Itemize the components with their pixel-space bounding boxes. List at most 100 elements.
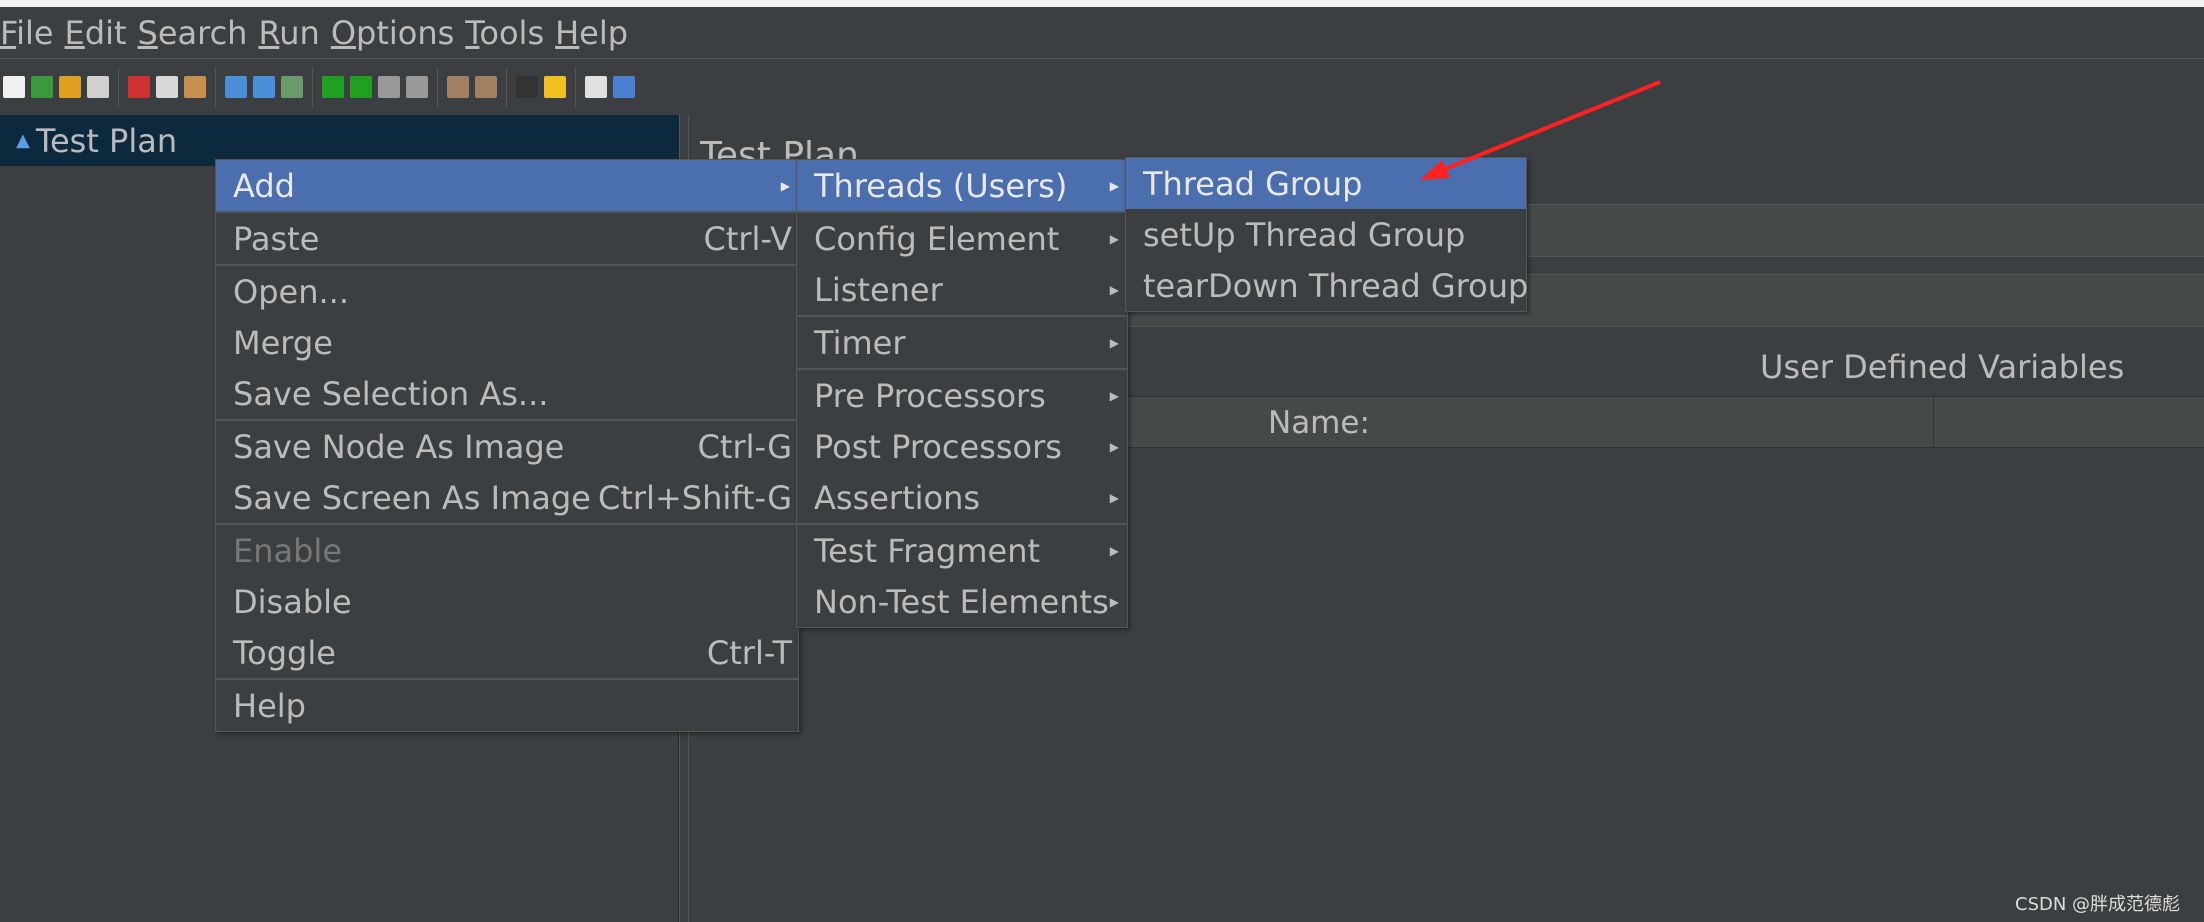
paste-icon[interactable] [184, 76, 206, 98]
menu-item-assertions[interactable]: Assertions ▶ [797, 472, 1127, 523]
menu-item-paste[interactable]: Paste Ctrl-V [216, 213, 798, 264]
help-icon[interactable] [613, 76, 635, 98]
menu-item-thread-group[interactable]: Thread Group [1126, 158, 1526, 209]
shutdown-icon[interactable] [406, 76, 428, 98]
menu-item-toggle[interactable]: Toggle Ctrl-T [216, 627, 798, 678]
shortcut-label: Ctrl-G [697, 427, 792, 466]
menu-item-label: Add [233, 166, 295, 205]
threads-submenu: Thread Group setUp Thread Group tearDown T… [1125, 157, 1529, 312]
shortcut-label: Ctrl-T [706, 633, 792, 672]
menu-item-non-test-elements[interactable]: Non-Test Elements ▶ [797, 576, 1127, 627]
submenu-arrow-icon: ▶ [1109, 282, 1119, 297]
menu-item-label: setUp Thread Group [1143, 215, 1466, 254]
menu-item-config-element[interactable]: Config Element ▶ [797, 213, 1127, 264]
submenu-arrow-icon: ▶ [1109, 231, 1119, 246]
toolbar-separator [215, 67, 216, 107]
toolbar-separator [575, 67, 576, 107]
menu-item-label: Save Selection As... [233, 374, 549, 413]
menu-item-enable[interactable]: Enable [216, 525, 798, 576]
menu-file[interactable]: File [0, 14, 54, 52]
menu-item-label: Threads (Users) [814, 166, 1068, 205]
reset-search-icon[interactable] [544, 76, 566, 98]
add-submenu: Threads (Users) ▶ Config Element ▶ Listener ▶… [796, 159, 1128, 628]
menu-item-label: Enable [233, 531, 342, 570]
menu-search[interactable]: Search [138, 14, 248, 52]
new-icon[interactable] [3, 76, 25, 98]
toolbar [0, 59, 2204, 115]
menu-item-label: Test Fragment [814, 531, 1041, 570]
menu-item-label: Non-Test Elements [814, 582, 1109, 621]
menu-item-label: Thread Group [1143, 164, 1363, 203]
submenu-arrow-icon: ▶ [1109, 439, 1119, 454]
shortcut-label: Ctrl-V [703, 219, 793, 258]
toolbar-separator [506, 67, 507, 107]
menu-item-save-selection-as[interactable]: Save Selection As... [216, 368, 798, 419]
submenu-arrow-icon: ▶ [1109, 335, 1119, 350]
menu-item-merge[interactable]: Merge [216, 317, 798, 368]
save-icon[interactable] [87, 76, 109, 98]
menu-tools[interactable]: Tools [465, 14, 544, 52]
toolbar-separator [437, 67, 438, 107]
menu-item-label: tearDown Thread Group [1143, 266, 1529, 305]
tree-node-label: Test Plan [35, 121, 178, 160]
templates-icon[interactable] [31, 76, 53, 98]
menu-item-label: Save Screen As Image [233, 478, 591, 517]
collapse-icon[interactable] [253, 76, 275, 98]
menu-item-save-node-as-image[interactable]: Save Node As Image Ctrl-G [216, 421, 798, 472]
toolbar-separator [312, 67, 313, 107]
menu-item-label: Listener [814, 270, 943, 309]
menu-item-open[interactable]: Open... [216, 266, 798, 317]
menu-item-label: Disable [233, 582, 352, 621]
submenu-arrow-icon: ▶ [1109, 543, 1119, 558]
submenu-arrow-icon: ▶ [780, 178, 790, 193]
menu-item-test-fragment[interactable]: Test Fragment ▶ [797, 525, 1127, 576]
menu-item-add[interactable]: Add ▶ [216, 160, 798, 211]
column-header-name[interactable]: Name: [1268, 405, 1370, 441]
menu-item-label: Help [233, 686, 306, 725]
menu-run[interactable]: Run [258, 14, 319, 52]
menu-item-disable[interactable]: Disable [216, 576, 798, 627]
copy-icon[interactable] [156, 76, 178, 98]
open-icon[interactable] [59, 76, 81, 98]
stop-icon[interactable] [378, 76, 400, 98]
submenu-arrow-icon: ▶ [1109, 594, 1119, 609]
window-top-strip [0, 0, 2204, 7]
menu-item-label: Timer [814, 323, 906, 362]
menu-item-save-screen-as-image[interactable]: Save Screen As Image Ctrl+Shift-G [216, 472, 798, 523]
expand-icon[interactable] [225, 76, 247, 98]
clear-icon[interactable] [447, 76, 469, 98]
function-helper-icon[interactable] [585, 76, 607, 98]
menu-edit[interactable]: Edit [65, 14, 127, 52]
toggle-icon[interactable] [281, 76, 303, 98]
search-icon[interactable] [516, 76, 538, 98]
menu-item-label: Assertions [814, 478, 981, 517]
toolbar-separator [118, 67, 119, 107]
menu-item-label: Toggle [233, 633, 336, 672]
clear-all-icon[interactable] [475, 76, 497, 98]
submenu-arrow-icon: ▶ [1109, 490, 1119, 505]
menu-item-label: Save Node As Image [233, 427, 565, 466]
menu-item-pre-processors[interactable]: Pre Processors ▶ [797, 370, 1127, 421]
start-no-pause-icon[interactable] [350, 76, 372, 98]
submenu-arrow-icon: ▶ [1109, 388, 1119, 403]
menu-bar: File Edit Search Run Options Tools Help [0, 7, 2204, 59]
menu-item-label: Pre Processors [814, 376, 1046, 415]
user-defined-variables-label: User Defined Variables [1760, 348, 2125, 386]
menu-item-threads-users[interactable]: Threads (Users) ▶ [797, 160, 1127, 211]
menu-options[interactable]: Options [331, 14, 454, 52]
menu-item-label: Post Processors [814, 427, 1062, 466]
watermark: CSDN @胖成范德彪 [2015, 894, 2181, 915]
menu-item-setup-thread-group[interactable]: setUp Thread Group [1126, 209, 1526, 260]
menu-item-teardown-thread-group[interactable]: tearDown Thread Group [1126, 260, 1529, 311]
menu-help[interactable]: Help [555, 14, 628, 52]
start-icon[interactable] [322, 76, 344, 98]
submenu-arrow-icon: ▶ [1109, 178, 1119, 193]
menu-item-post-processors[interactable]: Post Processors ▶ [797, 421, 1127, 472]
menu-item-listener[interactable]: Listener ▶ [797, 264, 1127, 315]
cut-icon[interactable] [128, 76, 150, 98]
context-menu: Add ▶ Paste Ctrl-V Open... Merge Save Selectio… [215, 159, 799, 732]
menu-item-label: Open... [233, 272, 349, 311]
menu-item-help[interactable]: Help [216, 680, 798, 731]
menu-item-timer[interactable]: Timer ▶ [797, 317, 1127, 368]
shortcut-label: Ctrl+Shift-G [598, 478, 792, 517]
